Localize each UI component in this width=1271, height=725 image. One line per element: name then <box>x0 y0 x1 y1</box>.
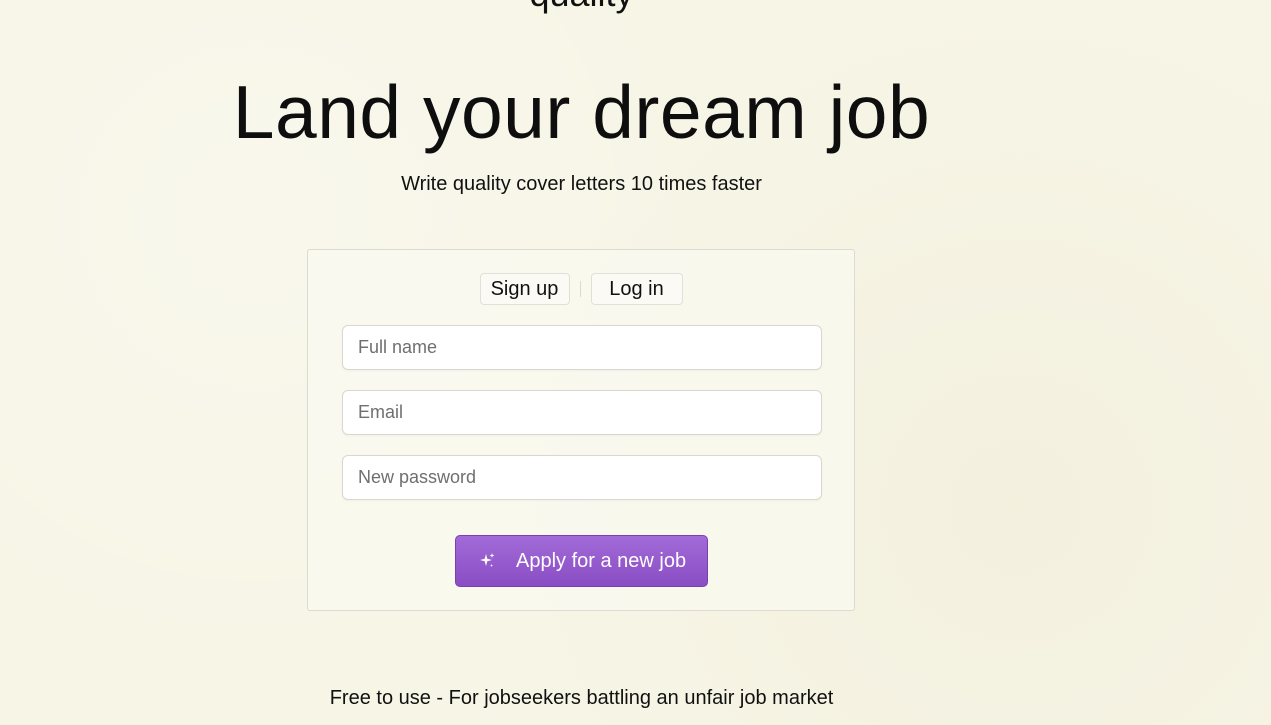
full-name-input[interactable] <box>342 325 822 370</box>
page-subtitle: Write quality cover letters 10 times fas… <box>401 173 762 195</box>
tab-log-in[interactable]: Log in <box>590 273 683 305</box>
new-password-input[interactable] <box>342 455 822 500</box>
tab-divider <box>579 281 581 297</box>
apply-button-label: Apply for a new job <box>516 549 687 572</box>
sparkle-icon <box>477 551 497 571</box>
auth-card: Sign up Log in Apply for a new job <box>307 249 855 611</box>
page: quality Land your dream job Write qualit… <box>0 0 1271 725</box>
footer-tagline: Free to use - For jobseekers battling an… <box>329 687 834 709</box>
tab-sign-up[interactable]: Sign up <box>479 273 570 305</box>
page-title: Land your dream job <box>232 70 931 154</box>
apply-for-new-job-button[interactable]: Apply for a new job <box>455 535 708 587</box>
email-input[interactable] <box>342 390 822 435</box>
clipped-heading-fragment: quality <box>0 0 1163 12</box>
auth-tabs: Sign up Log in <box>308 273 854 305</box>
